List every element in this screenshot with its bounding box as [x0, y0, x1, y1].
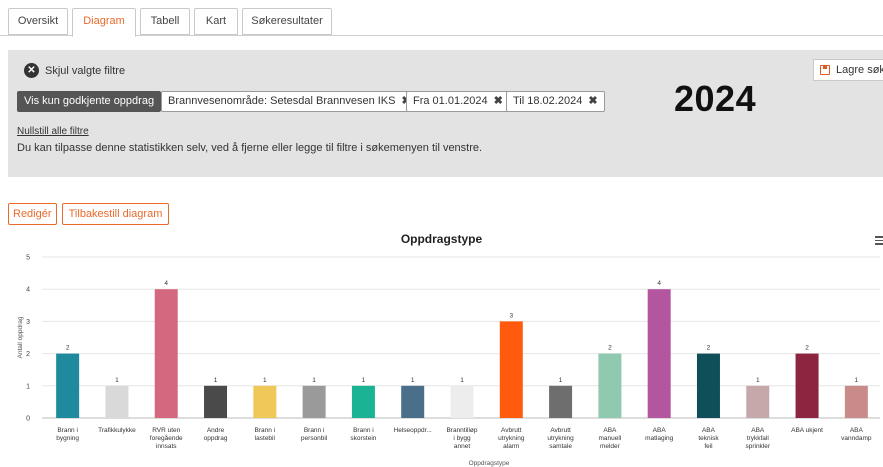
approved-only-label: Vis kun godkjente oppdrag — [24, 95, 155, 107]
x-tick-label: Helseoppdr... — [394, 427, 432, 434]
filter-chip-label: Til 18.02.2024 — [513, 95, 583, 107]
data-label: 1 — [855, 377, 859, 384]
year-overlay: 2024 — [674, 78, 757, 119]
filter-chip-to-date[interactable]: Til 18.02.2024 ✖ — [506, 91, 605, 112]
bar[interactable] — [549, 385, 573, 418]
bar[interactable] — [302, 385, 326, 418]
bar[interactable] — [844, 385, 868, 418]
x-tick-label: RVR uten foregående innsats — [150, 427, 183, 450]
bar-chart: 012345Antall oppdrag 2Brann i bygning1Traf… — [17, 255, 880, 467]
bar[interactable] — [204, 385, 228, 418]
bar[interactable] — [696, 353, 720, 418]
x-tick-label: Avbrutt utrykning samtale — [547, 427, 574, 450]
bar[interactable] — [401, 385, 425, 418]
bar[interactable] — [105, 385, 129, 418]
x-tick-label: ABA vanndamp — [841, 427, 872, 442]
x-tick-label: Brann i bygning — [56, 427, 79, 442]
data-label: 1 — [756, 377, 760, 384]
y-tick-label: 5 — [26, 255, 30, 262]
x-tick-label: Avbrutt utrykning alarm — [498, 427, 525, 450]
x-tick-label: ABA ukjent — [791, 427, 823, 434]
data-label: 1 — [115, 377, 119, 384]
x-tick-label: Brann i skorstein — [350, 427, 376, 442]
tab-oversikt[interactable]: Oversikt — [8, 8, 68, 35]
bar[interactable] — [795, 353, 819, 418]
data-label: 1 — [559, 377, 563, 384]
approved-only-toggle[interactable]: Vis kun godkjente oppdrag — [17, 91, 162, 112]
selected-filters-panel: ✕ Skjul valgte filtre Lagre søk 2024 Vis… — [8, 50, 883, 177]
y-tick-label: 3 — [26, 319, 30, 326]
reset-chart-button[interactable]: Tilbakestill diagram — [62, 203, 169, 225]
bar[interactable] — [154, 289, 178, 418]
data-label: 1 — [312, 377, 316, 384]
data-label: 1 — [263, 377, 267, 384]
y-tick-label: 1 — [26, 383, 30, 390]
data-label: 1 — [214, 377, 218, 384]
data-label: 1 — [460, 377, 464, 384]
filters-hint-text: Du kan tilpasse denne statistikken selv,… — [17, 142, 483, 154]
save-search-label: Lagre søk — [836, 64, 883, 76]
data-label: 1 — [411, 377, 415, 384]
x-tick-label: Brann i personbil — [301, 427, 328, 442]
filter-chip-label: Brannvesenområde: Setesdal Brannvesen IK… — [168, 95, 396, 107]
y-tick-label: 4 — [26, 287, 30, 294]
x-tick-label: ABA matlaging — [645, 427, 674, 442]
data-label: 4 — [164, 280, 168, 287]
x-tick-label: ABA teknisk feil — [698, 427, 719, 450]
bar[interactable] — [450, 385, 474, 418]
tab-tabell[interactable]: Tabell — [140, 8, 190, 35]
tab-sokeresultater[interactable]: Søkeresultater — [242, 8, 332, 35]
x-axis-label: Oppdragstype — [469, 460, 510, 467]
data-label: 1 — [362, 377, 366, 384]
data-label: 2 — [805, 345, 809, 352]
x-tick-label: Branntilløp i bygg annet — [446, 427, 477, 450]
reset-all-filters-link[interactable]: Nullstill alle filtre — [17, 126, 89, 137]
hide-filters-toggle[interactable]: ✕ Skjul valgte filtre — [24, 63, 125, 78]
bar[interactable] — [598, 353, 622, 418]
tab-diagram[interactable]: Diagram — [72, 8, 136, 37]
x-tick-label: ABA trykkfall sprinkler — [745, 427, 770, 450]
edit-chart-button[interactable]: Redigér — [8, 203, 57, 225]
filter-chip-from-date[interactable]: Fra 01.01.2024 ✖ — [406, 91, 510, 112]
data-label: 4 — [657, 280, 661, 287]
hamburger-menu-icon[interactable] — [875, 236, 883, 245]
x-tick-label: ABA manuell melder — [598, 427, 621, 450]
filter-chip-label: Fra 01.01.2024 — [413, 95, 488, 107]
save-disk-icon — [820, 65, 830, 75]
chart-title: Oppdragstype — [400, 232, 483, 246]
remove-filter-icon[interactable]: ✖ — [494, 95, 503, 107]
y-tick-label: 2 — [26, 351, 30, 358]
y-axis-label: Antall oppdrag — [17, 316, 24, 358]
y-tick-label: 0 — [26, 416, 30, 423]
tab-kart[interactable]: Kart — [194, 8, 238, 35]
data-label: 2 — [66, 345, 70, 352]
view-tabs: Oversikt Diagram Tabell Kart Søkeresulta… — [0, 0, 883, 37]
bar[interactable] — [253, 385, 277, 418]
bar[interactable] — [499, 321, 523, 418]
x-tick-label: Trafikkulykke — [98, 427, 136, 434]
bar[interactable] — [647, 289, 671, 418]
x-tick-label: Andre oppdrag — [204, 427, 228, 442]
data-label: 3 — [509, 312, 513, 319]
close-circle-icon: ✕ — [24, 63, 39, 78]
remove-filter-icon[interactable]: ✖ — [588, 95, 597, 107]
bar[interactable] — [56, 353, 80, 418]
save-search-button[interactable]: Lagre søk — [813, 59, 883, 81]
data-label: 2 — [707, 345, 711, 352]
data-label: 2 — [608, 345, 612, 352]
bar[interactable] — [746, 385, 770, 418]
filter-chip-brannvesen[interactable]: Brannvesenområde: Setesdal Brannvesen IK… — [161, 91, 418, 112]
hide-filters-label: Skjul valgte filtre — [45, 64, 126, 77]
x-tick-label: Brann i lastebil — [255, 427, 276, 442]
bar[interactable] — [351, 385, 375, 418]
